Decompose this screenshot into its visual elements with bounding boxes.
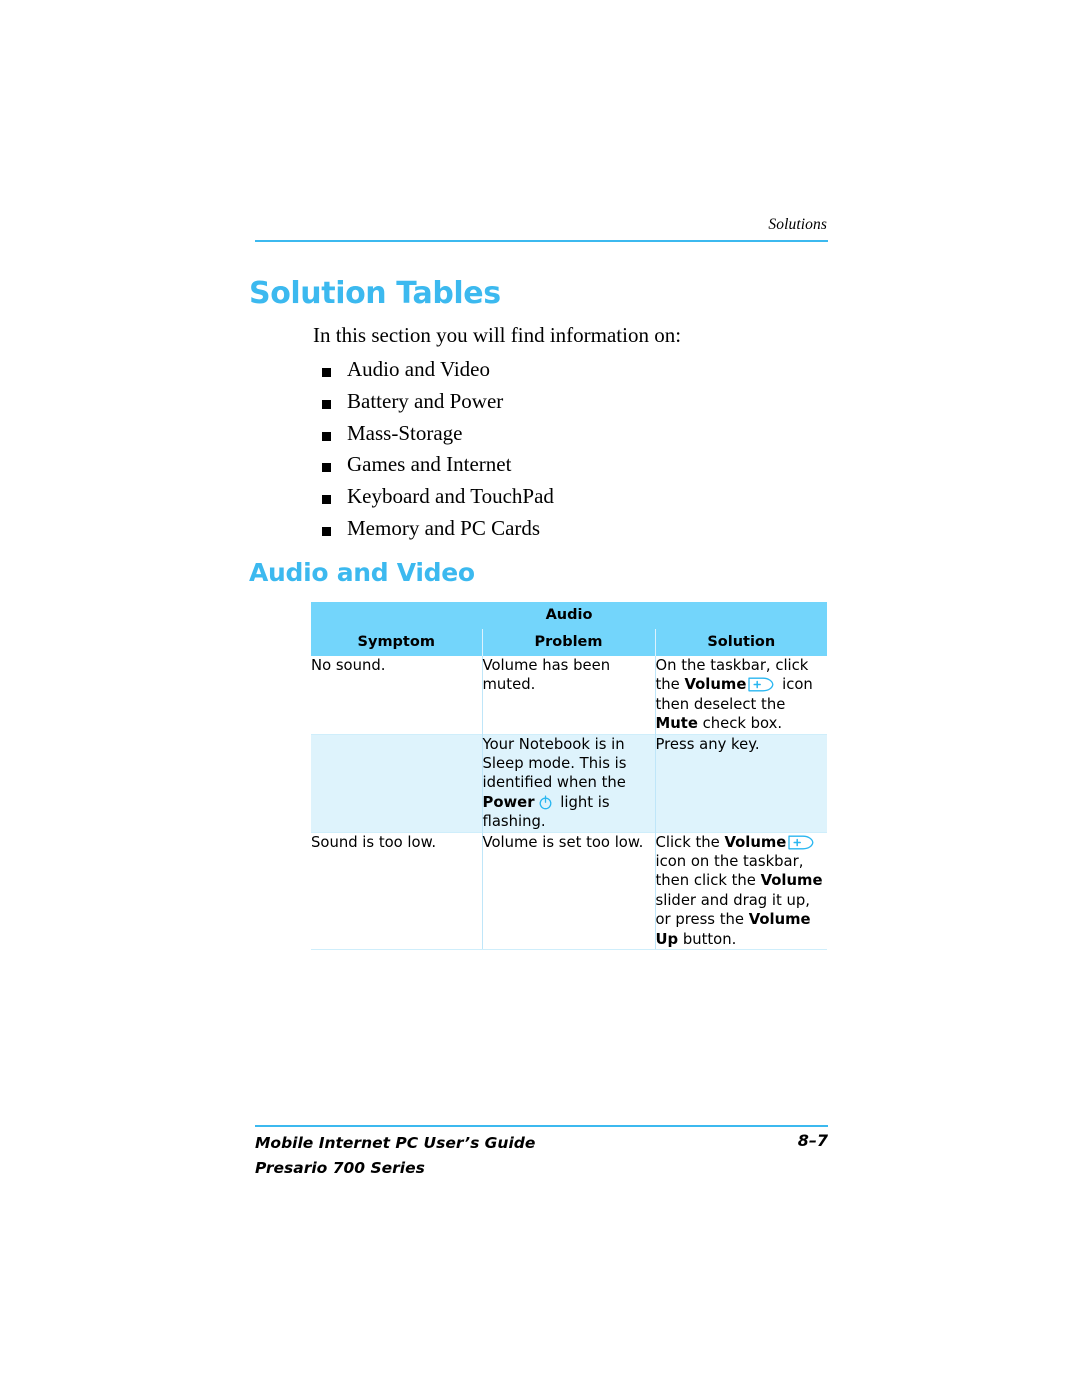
list-item-label: Battery and Power bbox=[347, 388, 504, 413]
emphasis-text: Mute bbox=[655, 715, 698, 733]
square-bullet-icon bbox=[322, 399, 331, 409]
list-item: Battery and Power bbox=[313, 389, 833, 421]
cell-solution: On the taskbar, click the Volume icon th… bbox=[654, 656, 828, 735]
volume-icon bbox=[788, 835, 814, 850]
table-header-row: Symptom Problem Solution bbox=[311, 629, 828, 656]
square-bullet-icon bbox=[322, 431, 331, 441]
running-head: Solutions bbox=[768, 216, 827, 233]
footer-line-2: Presario 700 Series bbox=[255, 1159, 425, 1177]
list-item: Games and Internet bbox=[313, 452, 833, 484]
list-item-label: Games and Internet bbox=[347, 452, 512, 477]
emphasis-text: Volume Up bbox=[655, 911, 811, 948]
list-item-label: Mass-Storage bbox=[347, 420, 463, 445]
header-rule bbox=[255, 240, 828, 242]
list-item-label: Memory and PC Cards bbox=[347, 515, 541, 540]
list-item: Memory and PC Cards bbox=[313, 516, 833, 548]
footer-rule bbox=[255, 1125, 828, 1127]
square-bullet-icon bbox=[322, 463, 331, 473]
footer-document-title: Mobile Internet PC User’s Guide Presario… bbox=[255, 1131, 535, 1181]
cell-symptom: Sound is too low. bbox=[311, 831, 482, 951]
cell-problem: Volume is set too low. bbox=[481, 831, 655, 951]
cell-symptom bbox=[311, 733, 482, 833]
column-header-symptom: Symptom bbox=[311, 629, 482, 656]
column-header-solution: Solution bbox=[654, 629, 828, 656]
list-item-label: Keyboard and TouchPad bbox=[347, 484, 554, 509]
list-item-label: Audio and Video bbox=[347, 357, 491, 381]
cell-problem: Your Notebook is in Sleep mode. This is … bbox=[481, 733, 655, 833]
emphasis-text: Volume bbox=[684, 676, 747, 694]
audio-solution-table: Audio Symptom Problem Solution No sound.… bbox=[311, 602, 828, 951]
page-number: 8–7 bbox=[797, 1131, 828, 1150]
cell-solution: Click the Volume icon on the taskbar, th… bbox=[654, 831, 828, 951]
power-icon bbox=[538, 795, 553, 810]
list-item: Mass-Storage bbox=[313, 421, 833, 453]
emphasis-text: Power bbox=[482, 793, 535, 811]
table-title-cell: Audio bbox=[311, 602, 828, 629]
emphasis-text: Volume bbox=[760, 872, 823, 890]
list-item: Audio and Video bbox=[313, 357, 833, 389]
table-row: Sound is too low. Volume is set too low.… bbox=[311, 831, 828, 951]
square-bullet-icon bbox=[322, 526, 331, 536]
emphasis-text: Volume bbox=[724, 833, 787, 851]
page-title: Solution Tables bbox=[249, 276, 501, 311]
section-title-audio-and-video: Audio and Video bbox=[249, 558, 475, 587]
cell-solution: Press any key. bbox=[654, 733, 828, 833]
volume-icon bbox=[748, 677, 774, 692]
column-header-problem: Problem bbox=[481, 629, 655, 656]
cell-problem: Volume has been muted. bbox=[481, 656, 655, 735]
bullet-list: Audio and Video Battery and Power Mass-S… bbox=[313, 357, 833, 548]
square-bullet-icon bbox=[322, 368, 331, 377]
table-row: No sound. Volume has been muted. On the … bbox=[311, 656, 828, 735]
intro-text: In this section you will find informatio… bbox=[313, 323, 682, 347]
table-row: Your Notebook is in Sleep mode. This is … bbox=[311, 733, 828, 833]
document-page: Solutions Solution Tables In this sectio… bbox=[0, 0, 1080, 1397]
table-title-row: Audio bbox=[311, 602, 828, 629]
cell-symptom: No sound. bbox=[311, 656, 482, 735]
footer-line-1: Mobile Internet PC User’s Guide bbox=[255, 1134, 536, 1152]
square-bullet-icon bbox=[322, 495, 331, 505]
list-item: Keyboard and TouchPad bbox=[313, 484, 833, 516]
